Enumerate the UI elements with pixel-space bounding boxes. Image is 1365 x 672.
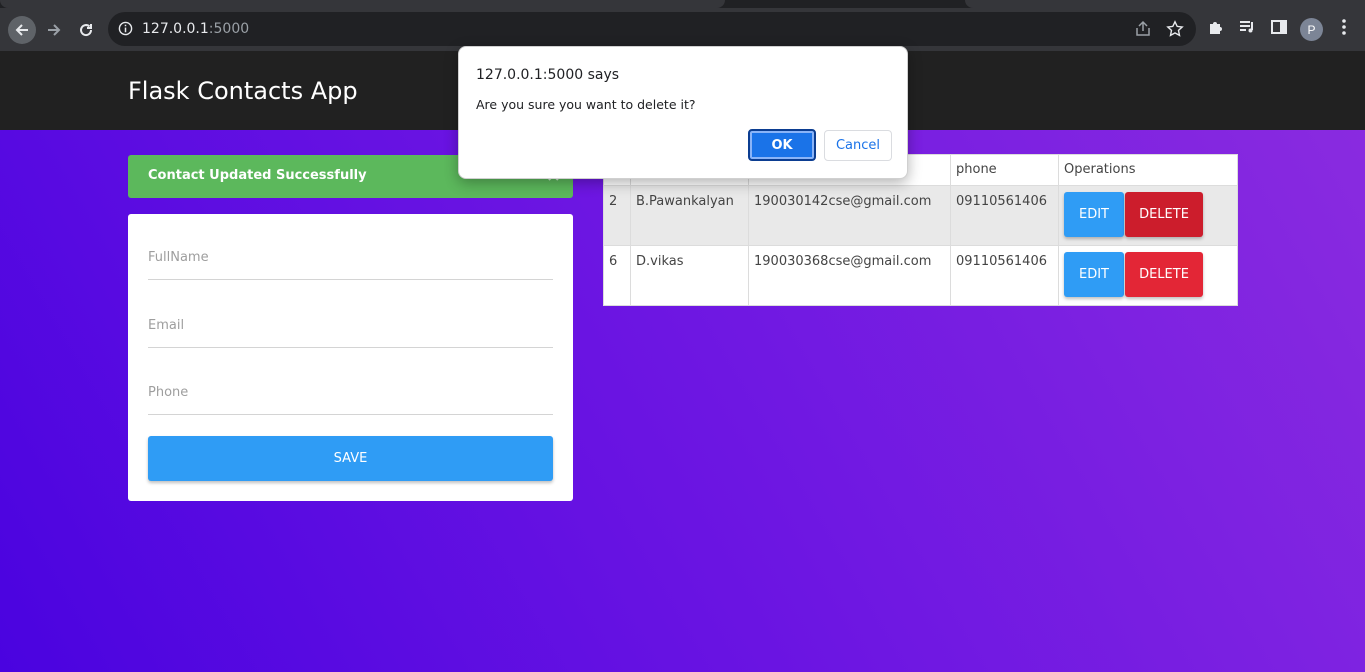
edit-button[interactable]: EDIT: [1064, 252, 1124, 297]
contact-form-card: SAVE: [128, 214, 573, 501]
dialog-message: Are you sure you want to delete it?: [476, 97, 696, 112]
cell-name: D.vikas: [630, 245, 749, 306]
save-button[interactable]: SAVE: [148, 436, 553, 481]
dialog-title: 127.0.0.1:5000 says: [476, 67, 620, 83]
tab-active[interactable]: [0, 0, 725, 8]
cell-email: 190030368cse@gmail.com: [748, 245, 951, 306]
header-phone: phone: [950, 154, 1059, 186]
arrow-right-icon: [48, 24, 61, 36]
back-button[interactable]: [8, 16, 36, 44]
more-menu-icon[interactable]: [1336, 18, 1352, 41]
email-input[interactable]: [148, 318, 553, 333]
delete-button[interactable]: DELETE: [1125, 192, 1203, 237]
address-bar[interactable]: 127.0.0.1:5000: [108, 12, 1196, 46]
phone-field: [148, 369, 553, 415]
table-row: 2 B.Pawankalyan 190030142cse@gmail.com 0…: [603, 185, 1238, 246]
email-field: [148, 302, 553, 348]
header-operations: Operations: [1058, 154, 1238, 186]
media-playlist-icon[interactable]: [1238, 18, 1256, 41]
side-panel-icon[interactable]: [1270, 18, 1288, 41]
fullname-field: [148, 234, 553, 280]
reload-icon: [80, 24, 93, 37]
fullname-input[interactable]: [148, 250, 553, 265]
tab-inactive[interactable]: [965, 0, 1365, 8]
browser-toolbar: 127.0.0.1:5000 P: [0, 8, 1365, 51]
cell-id: 6: [603, 245, 631, 306]
delete-button[interactable]: DELETE: [1125, 252, 1203, 297]
cell-operations: EDIT DELETE: [1058, 185, 1238, 246]
url-text: 127.0.0.1:5000: [142, 21, 249, 37]
confirm-dialog: 127.0.0.1:5000 says Are you sure you wan…: [458, 46, 908, 179]
info-icon[interactable]: [118, 21, 133, 41]
cell-name: B.Pawankalyan: [630, 185, 749, 246]
cell-phone: 09110561406: [950, 245, 1059, 306]
bookmark-star-icon[interactable]: [1166, 20, 1184, 43]
cell-email: 190030142cse@gmail.com: [748, 185, 951, 246]
alert-message: Contact Updated Successfully: [148, 168, 367, 183]
table-row: 6 D.vikas 190030368cse@gmail.com 0911056…: [603, 245, 1238, 306]
extensions-puzzle-icon[interactable]: [1207, 18, 1225, 41]
tab-strip: [0, 0, 1365, 8]
forward-button[interactable]: [40, 16, 68, 44]
cell-operations: EDIT DELETE: [1058, 245, 1238, 306]
share-icon[interactable]: [1134, 20, 1152, 43]
url-port: :5000: [208, 21, 250, 37]
app-brand[interactable]: Flask Contacts App: [128, 77, 358, 105]
cell-phone: 09110561406: [950, 185, 1059, 246]
cell-id: 2: [603, 185, 631, 246]
edit-button[interactable]: EDIT: [1064, 192, 1124, 237]
dialog-cancel-button[interactable]: Cancel: [824, 130, 892, 161]
arrow-left-icon: [15, 24, 28, 36]
url-host: 127.0.0.1: [142, 21, 209, 37]
profile-avatar[interactable]: P: [1300, 18, 1323, 41]
dialog-ok-button[interactable]: OK: [748, 129, 816, 161]
reload-button[interactable]: [72, 16, 100, 44]
phone-input[interactable]: [148, 385, 553, 400]
